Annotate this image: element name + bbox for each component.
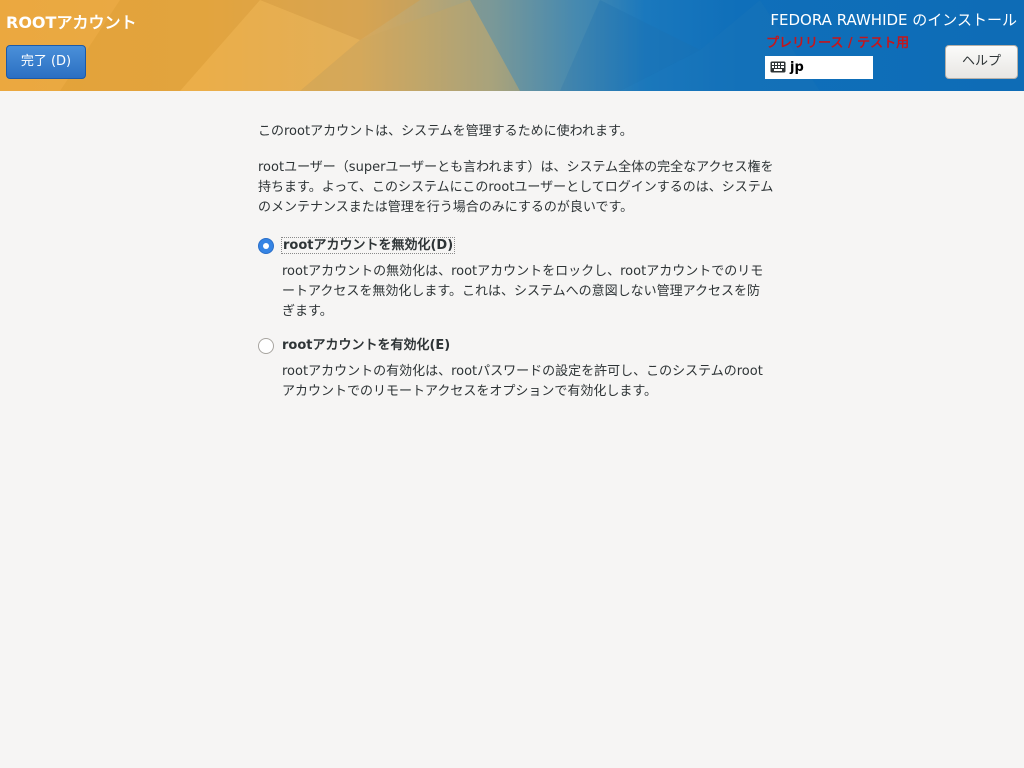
keyboard-layout-indicator[interactable]: jp <box>765 56 873 79</box>
enable-root-option[interactable]: rootアカウントを有効化(E) rootアカウントの有効化は、rootパスワー… <box>258 336 778 402</box>
product-title: FEDORA RAWHIDE のインストール <box>770 11 1017 29</box>
disable-root-description: rootアカウントの無効化は、rootアカウントをロックし、rootアカウントで… <box>282 264 764 319</box>
description-text: rootユーザー（superユーザーとも言われます）は、システム全体の完全なアク… <box>258 160 774 215</box>
enable-root-description: rootアカウントの有効化は、rootパスワードの設定を許可し、このシステムのr… <box>282 364 763 399</box>
root-account-content: このrootアカウントは、システムを管理するために使われます。 rootユーザー… <box>258 122 778 402</box>
prerelease-label: プレリリース / テスト用 <box>766 36 910 51</box>
keyboard-icon <box>770 61 786 73</box>
help-button[interactable]: ヘルプ <box>945 45 1018 79</box>
page-title: ROOTアカウント <box>6 13 137 32</box>
enable-root-label[interactable]: rootアカウントを有効化(E) <box>282 338 450 353</box>
disable-root-option[interactable]: rootアカウントを無効化(D) rootアカウントの無効化は、rootアカウン… <box>258 236 778 322</box>
done-button[interactable]: 完了 (D) <box>6 45 86 79</box>
disable-root-label[interactable]: rootアカウントを無効化(D) <box>280 237 456 254</box>
keyboard-layout-text: jp <box>790 60 804 75</box>
enable-root-radio[interactable] <box>258 338 274 354</box>
header-bar: ROOTアカウント 完了 (D) FEDORA RAWHIDE のインストール … <box>0 0 1024 91</box>
disable-root-radio[interactable] <box>258 238 274 254</box>
intro-text: このrootアカウントは、システムを管理するために使われます。 <box>258 124 633 139</box>
